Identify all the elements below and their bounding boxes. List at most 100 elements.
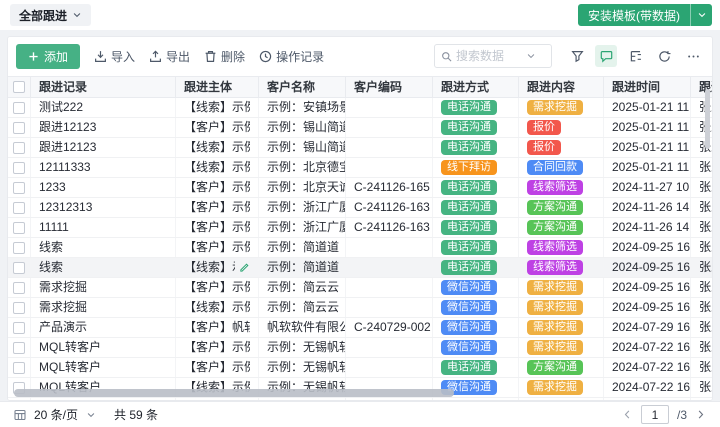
toolbar: 添加 导入 导出 删除 操作记录 bbox=[8, 42, 712, 70]
row-checkbox[interactable] bbox=[13, 282, 25, 294]
method-tag: 电话沟通 bbox=[441, 120, 497, 135]
add-button[interactable]: 添加 bbox=[16, 44, 80, 69]
install-template-dropdown[interactable] bbox=[690, 4, 712, 26]
cell-subject: 【客户】帆软软件有... bbox=[176, 318, 259, 337]
operation-log-button[interactable]: 操作记录 bbox=[259, 48, 324, 65]
table-row[interactable]: 线索 【线索】示例：... 示例：简道道 电话沟通 线索筛选 2024-09-2… bbox=[8, 258, 712, 278]
cell-subject: 【线索】示例：锡山... bbox=[176, 138, 259, 157]
more-icon[interactable] bbox=[682, 45, 704, 67]
search-chevron-down-icon[interactable] bbox=[526, 51, 536, 61]
row-checkbox[interactable] bbox=[13, 122, 25, 134]
row-checkbox-cell bbox=[8, 198, 31, 217]
row-checkbox[interactable] bbox=[13, 162, 25, 174]
row-checkbox[interactable] bbox=[13, 182, 25, 194]
horizontal-scrollbar[interactable] bbox=[14, 389, 454, 397]
table-row[interactable]: 跟进12123 【客户】示例：锡山... 示例：锡山简道云 电话沟通 报价 20… bbox=[8, 118, 712, 138]
table-row[interactable]: 12312313 【客户】示例：浙江... 示例：浙江广厦集团 C-241126… bbox=[8, 198, 712, 218]
column-header-3[interactable]: 客户编码 bbox=[346, 77, 433, 97]
table-row[interactable]: 12111333 【线索】示例：北京... 示例：北京德宝汽修 线下拜访 合同回… bbox=[8, 158, 712, 178]
table-row[interactable]: 线索 【客户】示例：简道... 示例：简道道 电话沟通 线索筛选 2024-09… bbox=[8, 238, 712, 258]
table-row[interactable]: MQL转客户 【客户】示例：无锡... 示例：无锡帆软软件 电话沟通 方案沟通 … bbox=[8, 358, 712, 378]
method-tag: 微信沟通 bbox=[441, 300, 497, 315]
cell-owner: 张三 bbox=[691, 298, 713, 317]
row-checkbox-cell bbox=[8, 358, 31, 377]
table-row[interactable]: 1233 【客户】示例：北京... 示例：北京天诚软件... C-241126-… bbox=[8, 178, 712, 198]
cell-customer: 示例：简云云 bbox=[259, 298, 346, 317]
select-all-checkbox[interactable] bbox=[13, 81, 25, 93]
row-checkbox[interactable] bbox=[13, 242, 25, 254]
cell-code bbox=[346, 118, 433, 137]
column-header-4[interactable]: 跟进方式 bbox=[433, 77, 519, 97]
page-size-selector[interactable]: 20 条/页 bbox=[34, 406, 78, 423]
delete-label: 删除 bbox=[221, 48, 245, 65]
column-header-2[interactable]: 客户名称 bbox=[259, 77, 346, 97]
field-structure-icon[interactable] bbox=[624, 45, 646, 67]
column-header-1[interactable]: 跟进主体 bbox=[176, 77, 259, 97]
export-label: 导出 bbox=[166, 48, 190, 65]
row-checkbox-cell bbox=[8, 158, 31, 177]
export-button[interactable]: 导出 bbox=[149, 48, 190, 65]
refresh-icon[interactable] bbox=[653, 45, 675, 67]
column-header-0[interactable]: 跟进记录 bbox=[31, 77, 176, 97]
row-checkbox[interactable] bbox=[13, 202, 25, 214]
row-checkbox[interactable] bbox=[13, 362, 25, 374]
table-row[interactable]: 产品演示 【客户】帆软软件有... 帆软软件有限公司 C-240729-002 … bbox=[8, 318, 712, 338]
data-table-card: 添加 导入 导出 删除 操作记录 bbox=[7, 36, 713, 401]
column-header-6[interactable]: 跟进时间 bbox=[604, 77, 691, 97]
method-tag: 电话沟通 bbox=[441, 260, 497, 275]
total-count: 共 59 条 bbox=[114, 406, 158, 423]
cell-record: 需求挖掘 bbox=[31, 298, 176, 317]
cell-content: 报价 bbox=[519, 138, 604, 157]
row-checkbox[interactable] bbox=[13, 322, 25, 334]
cell-method: 线下拜访 bbox=[433, 158, 519, 177]
plus-icon bbox=[28, 51, 39, 62]
cell-owner: 张三 bbox=[691, 278, 713, 297]
column-header-5[interactable]: 跟进内容 bbox=[519, 77, 604, 97]
table-row[interactable]: 11111 【客户】示例：浙江... 示例：浙江广厦集团 C-241126-16… bbox=[8, 218, 712, 238]
row-checkbox[interactable] bbox=[13, 102, 25, 114]
row-checkbox[interactable] bbox=[13, 302, 25, 314]
cell-owner: 张三 bbox=[691, 338, 713, 357]
vertical-scrollbar[interactable] bbox=[705, 89, 710, 149]
table-row[interactable]: MQL转客户 【客户】示例：无锡... 示例：无锡帆软软件 微信沟通 需求挖掘 … bbox=[8, 338, 712, 358]
page-size-chevron-icon[interactable] bbox=[86, 410, 96, 420]
delete-button[interactable]: 删除 bbox=[204, 48, 245, 65]
view-selector[interactable]: 全部跟进 bbox=[10, 4, 91, 26]
filter-icon[interactable] bbox=[566, 45, 588, 67]
content-tag: 合同回款 bbox=[527, 160, 583, 175]
cell-method: 电话沟通 bbox=[433, 218, 519, 237]
search-input[interactable] bbox=[456, 49, 522, 63]
table-row[interactable]: 需求挖掘 【客户】示例：简云... 示例：简云云 微信沟通 需求挖掘 2024-… bbox=[8, 278, 712, 298]
card-view-icon[interactable] bbox=[595, 45, 617, 67]
install-template-button[interactable]: 安装模板(带数据) bbox=[578, 4, 712, 26]
search-select[interactable] bbox=[434, 44, 552, 68]
edit-pencil-icon[interactable] bbox=[239, 262, 250, 273]
table-row[interactable]: 测试222 【线索】示例：安镇... 示例：安镇场景产品... 电话沟通 需求挖… bbox=[8, 98, 712, 118]
next-page-icon[interactable] bbox=[695, 409, 706, 420]
row-checkbox[interactable] bbox=[13, 222, 25, 234]
cell-subject: 【客户】示例：简云... bbox=[176, 278, 259, 297]
row-checkbox[interactable] bbox=[13, 262, 25, 274]
prev-page-icon[interactable] bbox=[622, 409, 633, 420]
cell-subject-text: 【客户】示例：简道... bbox=[184, 238, 250, 257]
cell-customer: 示例：锡山简道云 bbox=[259, 138, 346, 157]
cell-method: 电话沟通 bbox=[433, 238, 519, 257]
table-row[interactable]: 需求挖掘 【线索】示例：简云... 示例：简云云 微信沟通 需求挖掘 2024-… bbox=[8, 298, 712, 318]
import-button[interactable]: 导入 bbox=[94, 48, 135, 65]
cell-code bbox=[346, 158, 433, 177]
cell-customer: 示例：无锡帆软软件 bbox=[259, 338, 346, 357]
row-checkbox-cell bbox=[8, 318, 31, 337]
cell-code: C-240729-002 bbox=[346, 318, 433, 337]
view-selector-label: 全部跟进 bbox=[19, 7, 67, 24]
cell-record: 11111 bbox=[31, 218, 176, 237]
cell-method: 电话沟通 bbox=[433, 178, 519, 197]
cell-record: 需求挖掘 bbox=[31, 278, 176, 297]
table-row[interactable]: 跟进12123 【线索】示例：锡山... 示例：锡山简道云 电话沟通 报价 20… bbox=[8, 138, 712, 158]
cell-code bbox=[346, 338, 433, 357]
cell-method: 微信沟通 bbox=[433, 298, 519, 317]
cell-method: 微信沟通 bbox=[433, 278, 519, 297]
row-checkbox[interactable] bbox=[13, 142, 25, 154]
page-number-input[interactable] bbox=[641, 405, 669, 424]
row-checkbox[interactable] bbox=[13, 342, 25, 354]
pagination-grid-icon[interactable] bbox=[14, 409, 26, 421]
